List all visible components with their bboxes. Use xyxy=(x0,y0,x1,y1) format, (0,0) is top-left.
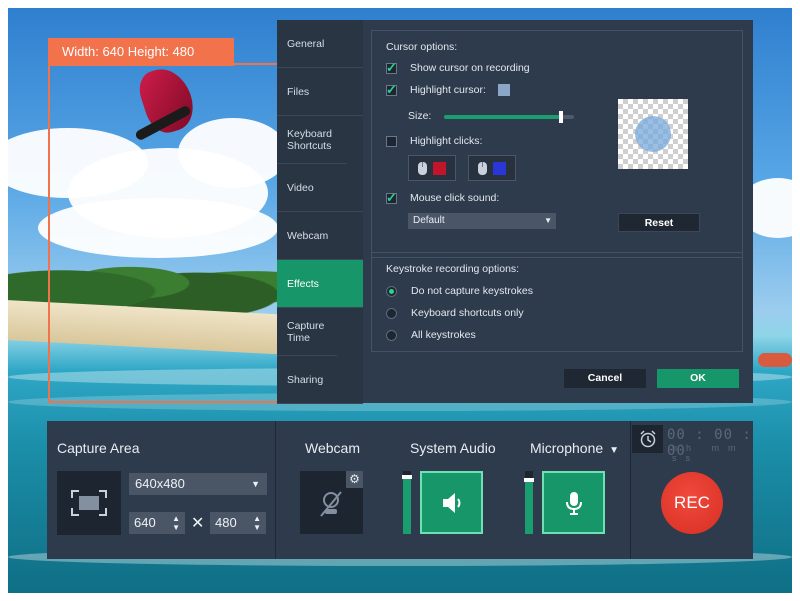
webcam-label: Webcam xyxy=(305,440,360,456)
highlight-clicks-row[interactable]: Highlight clicks: xyxy=(386,135,482,147)
chevron-down-icon: ▼ xyxy=(544,216,552,225)
reset-button[interactable]: Reset xyxy=(618,213,700,232)
tab-files[interactable]: Files xyxy=(277,68,363,116)
mouse-click-sound-label: Mouse click sound: xyxy=(410,192,500,204)
tab-video[interactable]: Video xyxy=(277,164,363,212)
size-slider-fill xyxy=(444,115,561,119)
tab-capture-time[interactable]: Capture Time xyxy=(277,308,337,356)
left-click-color-picker[interactable] xyxy=(408,155,456,181)
tab-effects[interactable]: Effects xyxy=(277,260,363,308)
highlight-clicks-checkbox[interactable] xyxy=(386,135,397,147)
microphone-volume[interactable] xyxy=(524,471,534,534)
alarm-clock-icon xyxy=(639,430,656,448)
keystroke-shortcuts-label: Keyboard shortcuts only xyxy=(411,307,524,319)
resolution-value: 640x480 xyxy=(135,476,185,491)
show-cursor-label: Show cursor on recording xyxy=(410,62,530,74)
highlight-cursor-label: Highlight cursor: xyxy=(410,84,486,96)
multiply-sign: ✕ xyxy=(191,515,205,532)
surfer xyxy=(758,353,792,367)
show-cursor-checkbox[interactable] xyxy=(386,60,397,76)
system-audio-volume-fill xyxy=(403,477,411,534)
click-sound-dropdown[interactable]: Default ▼ xyxy=(408,213,556,229)
system-audio-volume-knob[interactable] xyxy=(402,475,412,479)
size-slider-thumb[interactable] xyxy=(559,111,563,123)
left-mouse-icon xyxy=(418,161,427,175)
keystroke-option-all[interactable]: All keystrokes xyxy=(386,329,476,341)
keystroke-option-shortcuts[interactable]: Keyboard shortcuts only xyxy=(386,307,524,319)
capture-area-label: Capture Area xyxy=(57,440,140,456)
capture-size-label: Width: 640 Height: 480 xyxy=(48,38,234,66)
highlight-cursor-row[interactable]: Highlight cursor: xyxy=(386,82,510,98)
timer-units: hh mm ss xyxy=(672,443,745,463)
keystroke-all-radio[interactable] xyxy=(386,329,397,341)
webcam-toggle-button[interactable]: ⚙ xyxy=(300,471,363,534)
cursor-preview xyxy=(618,99,688,169)
keystroke-options-panel: Keystroke recording options: Do not capt… xyxy=(371,252,743,352)
width-stepper-icon[interactable]: ▲ ▼ xyxy=(172,514,180,532)
system-audio-toggle-button[interactable] xyxy=(420,471,483,534)
system-audio-label: System Audio xyxy=(410,440,496,456)
scheduled-recording-button[interactable] xyxy=(632,425,663,453)
recording-control-bar: Capture Area 640x480 ▼ 640 ▲ ▼ ✕ 480 ▲ ▼ W… xyxy=(47,421,753,559)
cursor-options-panel: Cursor options: Show cursor on recording… xyxy=(371,30,743,258)
keystroke-option-none[interactable]: Do not capture keystrokes xyxy=(386,285,533,297)
height-value: 480 xyxy=(215,515,237,530)
microphone-volume-knob[interactable] xyxy=(524,478,534,482)
tab-general[interactable]: General xyxy=(277,20,363,68)
right-click-color xyxy=(493,161,506,175)
settings-dialog: General Files Keyboard Shortcuts Video W… xyxy=(277,20,753,404)
microphone-icon xyxy=(565,491,582,515)
speaker-icon xyxy=(442,492,460,513)
record-button[interactable]: REC xyxy=(661,472,723,534)
size-slider[interactable] xyxy=(444,111,574,123)
capture-area-icon xyxy=(71,490,107,516)
cancel-button[interactable]: Cancel xyxy=(564,369,646,388)
mouse-click-sound-checkbox[interactable] xyxy=(386,190,397,206)
mouse-click-sound-row[interactable]: Mouse click sound: xyxy=(386,190,500,206)
select-capture-area-button[interactable] xyxy=(57,471,121,535)
keystroke-none-radio[interactable] xyxy=(386,285,397,297)
ok-button[interactable]: OK xyxy=(657,369,739,388)
tab-sharing[interactable]: Sharing xyxy=(277,356,363,404)
left-click-color xyxy=(433,161,446,175)
show-cursor-row[interactable]: Show cursor on recording xyxy=(386,60,530,76)
click-sound-value: Default xyxy=(413,215,445,226)
width-input[interactable]: 640 ▲ ▼ xyxy=(129,512,185,534)
highlight-clicks-label: Highlight clicks: xyxy=(410,135,483,147)
right-click-color-picker[interactable] xyxy=(468,155,516,181)
size-label: Size: xyxy=(408,110,432,122)
height-input[interactable]: 480 ▲ ▼ xyxy=(210,512,266,534)
keystroke-options-title: Keystroke recording options: xyxy=(386,263,520,275)
chevron-down-icon: ▼ xyxy=(609,445,620,456)
webcam-off-icon xyxy=(320,491,342,517)
resolution-dropdown[interactable]: 640x480 ▼ xyxy=(129,473,267,495)
microphone-menu[interactable]: Microphone ▼ xyxy=(530,440,619,456)
chevron-down-icon: ▼ xyxy=(251,479,260,489)
gear-icon[interactable]: ⚙ xyxy=(346,471,363,488)
height-stepper-icon[interactable]: ▲ ▼ xyxy=(253,514,261,532)
microphone-toggle-button[interactable] xyxy=(542,471,605,534)
tab-keyboard-shortcuts[interactable]: Keyboard Shortcuts xyxy=(277,116,347,164)
highlight-color-swatch[interactable] xyxy=(497,84,510,96)
width-value: 640 xyxy=(134,515,156,530)
tab-webcam[interactable]: Webcam xyxy=(277,212,363,260)
microphone-label: Microphone xyxy=(530,440,604,456)
system-audio-volume[interactable] xyxy=(402,471,412,534)
right-mouse-icon xyxy=(478,161,487,175)
microphone-volume-fill xyxy=(525,480,533,534)
cursor-options-title: Cursor options: xyxy=(386,41,458,53)
keystroke-shortcuts-radio[interactable] xyxy=(386,307,397,319)
keystroke-none-label: Do not capture keystrokes xyxy=(411,285,533,297)
highlight-cursor-checkbox[interactable] xyxy=(386,82,397,98)
settings-tabs: General Files Keyboard Shortcuts Video W… xyxy=(277,20,363,404)
keystroke-all-label: All keystrokes xyxy=(411,329,476,341)
cursor-highlight-preview xyxy=(635,116,671,152)
